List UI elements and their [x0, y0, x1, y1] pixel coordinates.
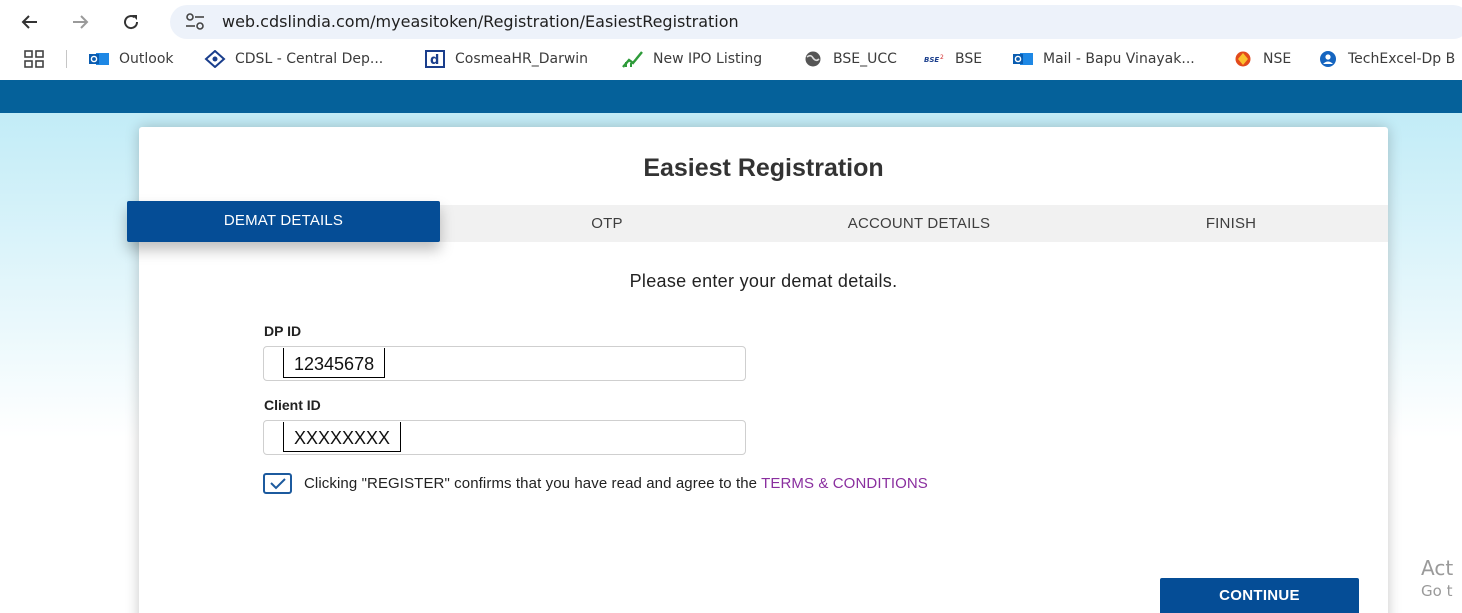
- client-id-value[interactable]: XXXXXXXX: [283, 422, 402, 452]
- dp-id-value[interactable]: 12345678: [283, 348, 386, 378]
- nse-icon: [1232, 50, 1254, 68]
- terms-text: Clicking "REGISTER" confirms that you ha…: [304, 475, 758, 492]
- client-id-label: Client ID: [264, 397, 321, 413]
- darwin-icon: d: [424, 50, 446, 68]
- bookmark-darwin[interactable]: d CosmeaHR_Darwin: [424, 49, 588, 69]
- site-info-icon[interactable]: [184, 12, 206, 32]
- terms-link[interactable]: TERMS & CONDITIONS: [761, 475, 928, 492]
- terms-statement: Clicking "REGISTER" confirms that you ha…: [304, 475, 928, 492]
- browser-toolbar: web.cdslindia.com/myeasitoken/Registrati…: [0, 0, 1462, 44]
- globe-icon: [802, 50, 824, 68]
- svg-text:2: 2: [940, 54, 944, 61]
- bookmark-mail[interactable]: Mail - Bapu Vinayak...: [1012, 49, 1195, 69]
- bookmark-bse[interactable]: BSE 2 BSE: [924, 49, 982, 69]
- back-button[interactable]: [16, 8, 44, 36]
- outlook-icon: [1012, 50, 1034, 68]
- bookmark-ipo[interactable]: New IPO Listing: [622, 49, 762, 69]
- svg-text:BSE: BSE: [924, 56, 939, 64]
- step-finish[interactable]: FINISH: [1180, 215, 1282, 232]
- techexcel-icon: [1317, 50, 1339, 68]
- dp-id-label: DP ID: [264, 323, 302, 339]
- bookmarks-bar: Outlook CDSL - Central Dep... d CosmeaHR…: [0, 44, 1462, 74]
- apps-grid-icon[interactable]: [24, 50, 46, 68]
- terms-checkbox[interactable]: [263, 473, 292, 494]
- reload-icon: [124, 15, 139, 30]
- ipo-chart-icon: [622, 50, 644, 68]
- reload-button[interactable]: [117, 8, 145, 36]
- bookmark-bse-ucc[interactable]: BSE_UCC: [802, 49, 897, 69]
- bookmark-outlook[interactable]: Outlook: [88, 49, 174, 69]
- bookmark-techexcel[interactable]: TechExcel-Dp B: [1317, 49, 1455, 69]
- dp-id-field[interactable]: 12345678: [263, 346, 746, 381]
- client-id-field[interactable]: XXXXXXXX: [263, 420, 746, 455]
- forward-arrow-icon: [73, 15, 89, 29]
- cdsl-icon: [204, 50, 226, 68]
- bookmarks-separator: [66, 50, 67, 68]
- svg-text:d: d: [430, 53, 439, 68]
- bookmark-nse[interactable]: NSE: [1232, 49, 1291, 69]
- back-arrow-icon: [21, 15, 37, 29]
- forward-button[interactable]: [66, 8, 94, 36]
- outlook-icon: [88, 50, 110, 68]
- address-bar[interactable]: web.cdslindia.com/myeasitoken/Registrati…: [170, 5, 1462, 39]
- checkmark-icon: [270, 478, 286, 490]
- bse-icon: BSE 2: [924, 50, 946, 68]
- step-demat-details[interactable]: DEMAT DETAILS: [127, 201, 440, 242]
- step-account-details[interactable]: ACCOUNT DETAILS: [820, 215, 1018, 232]
- bookmark-cdsl[interactable]: CDSL - Central Dep...: [204, 49, 383, 69]
- activation-watermark: Act Go t: [1421, 556, 1453, 600]
- site-header-bar: [0, 80, 1462, 113]
- watermark-line-1: Act: [1421, 556, 1454, 580]
- watermark-line-2: Go t: [1421, 582, 1453, 600]
- url-text[interactable]: web.cdslindia.com/myeasitoken/Registrati…: [222, 12, 739, 31]
- page-title: Easiest Registration: [643, 154, 884, 182]
- continue-button[interactable]: CONTINUE: [1160, 578, 1359, 613]
- instruction-text: Please enter your demat details.: [629, 271, 898, 291]
- step-otp[interactable]: OTP: [560, 215, 654, 232]
